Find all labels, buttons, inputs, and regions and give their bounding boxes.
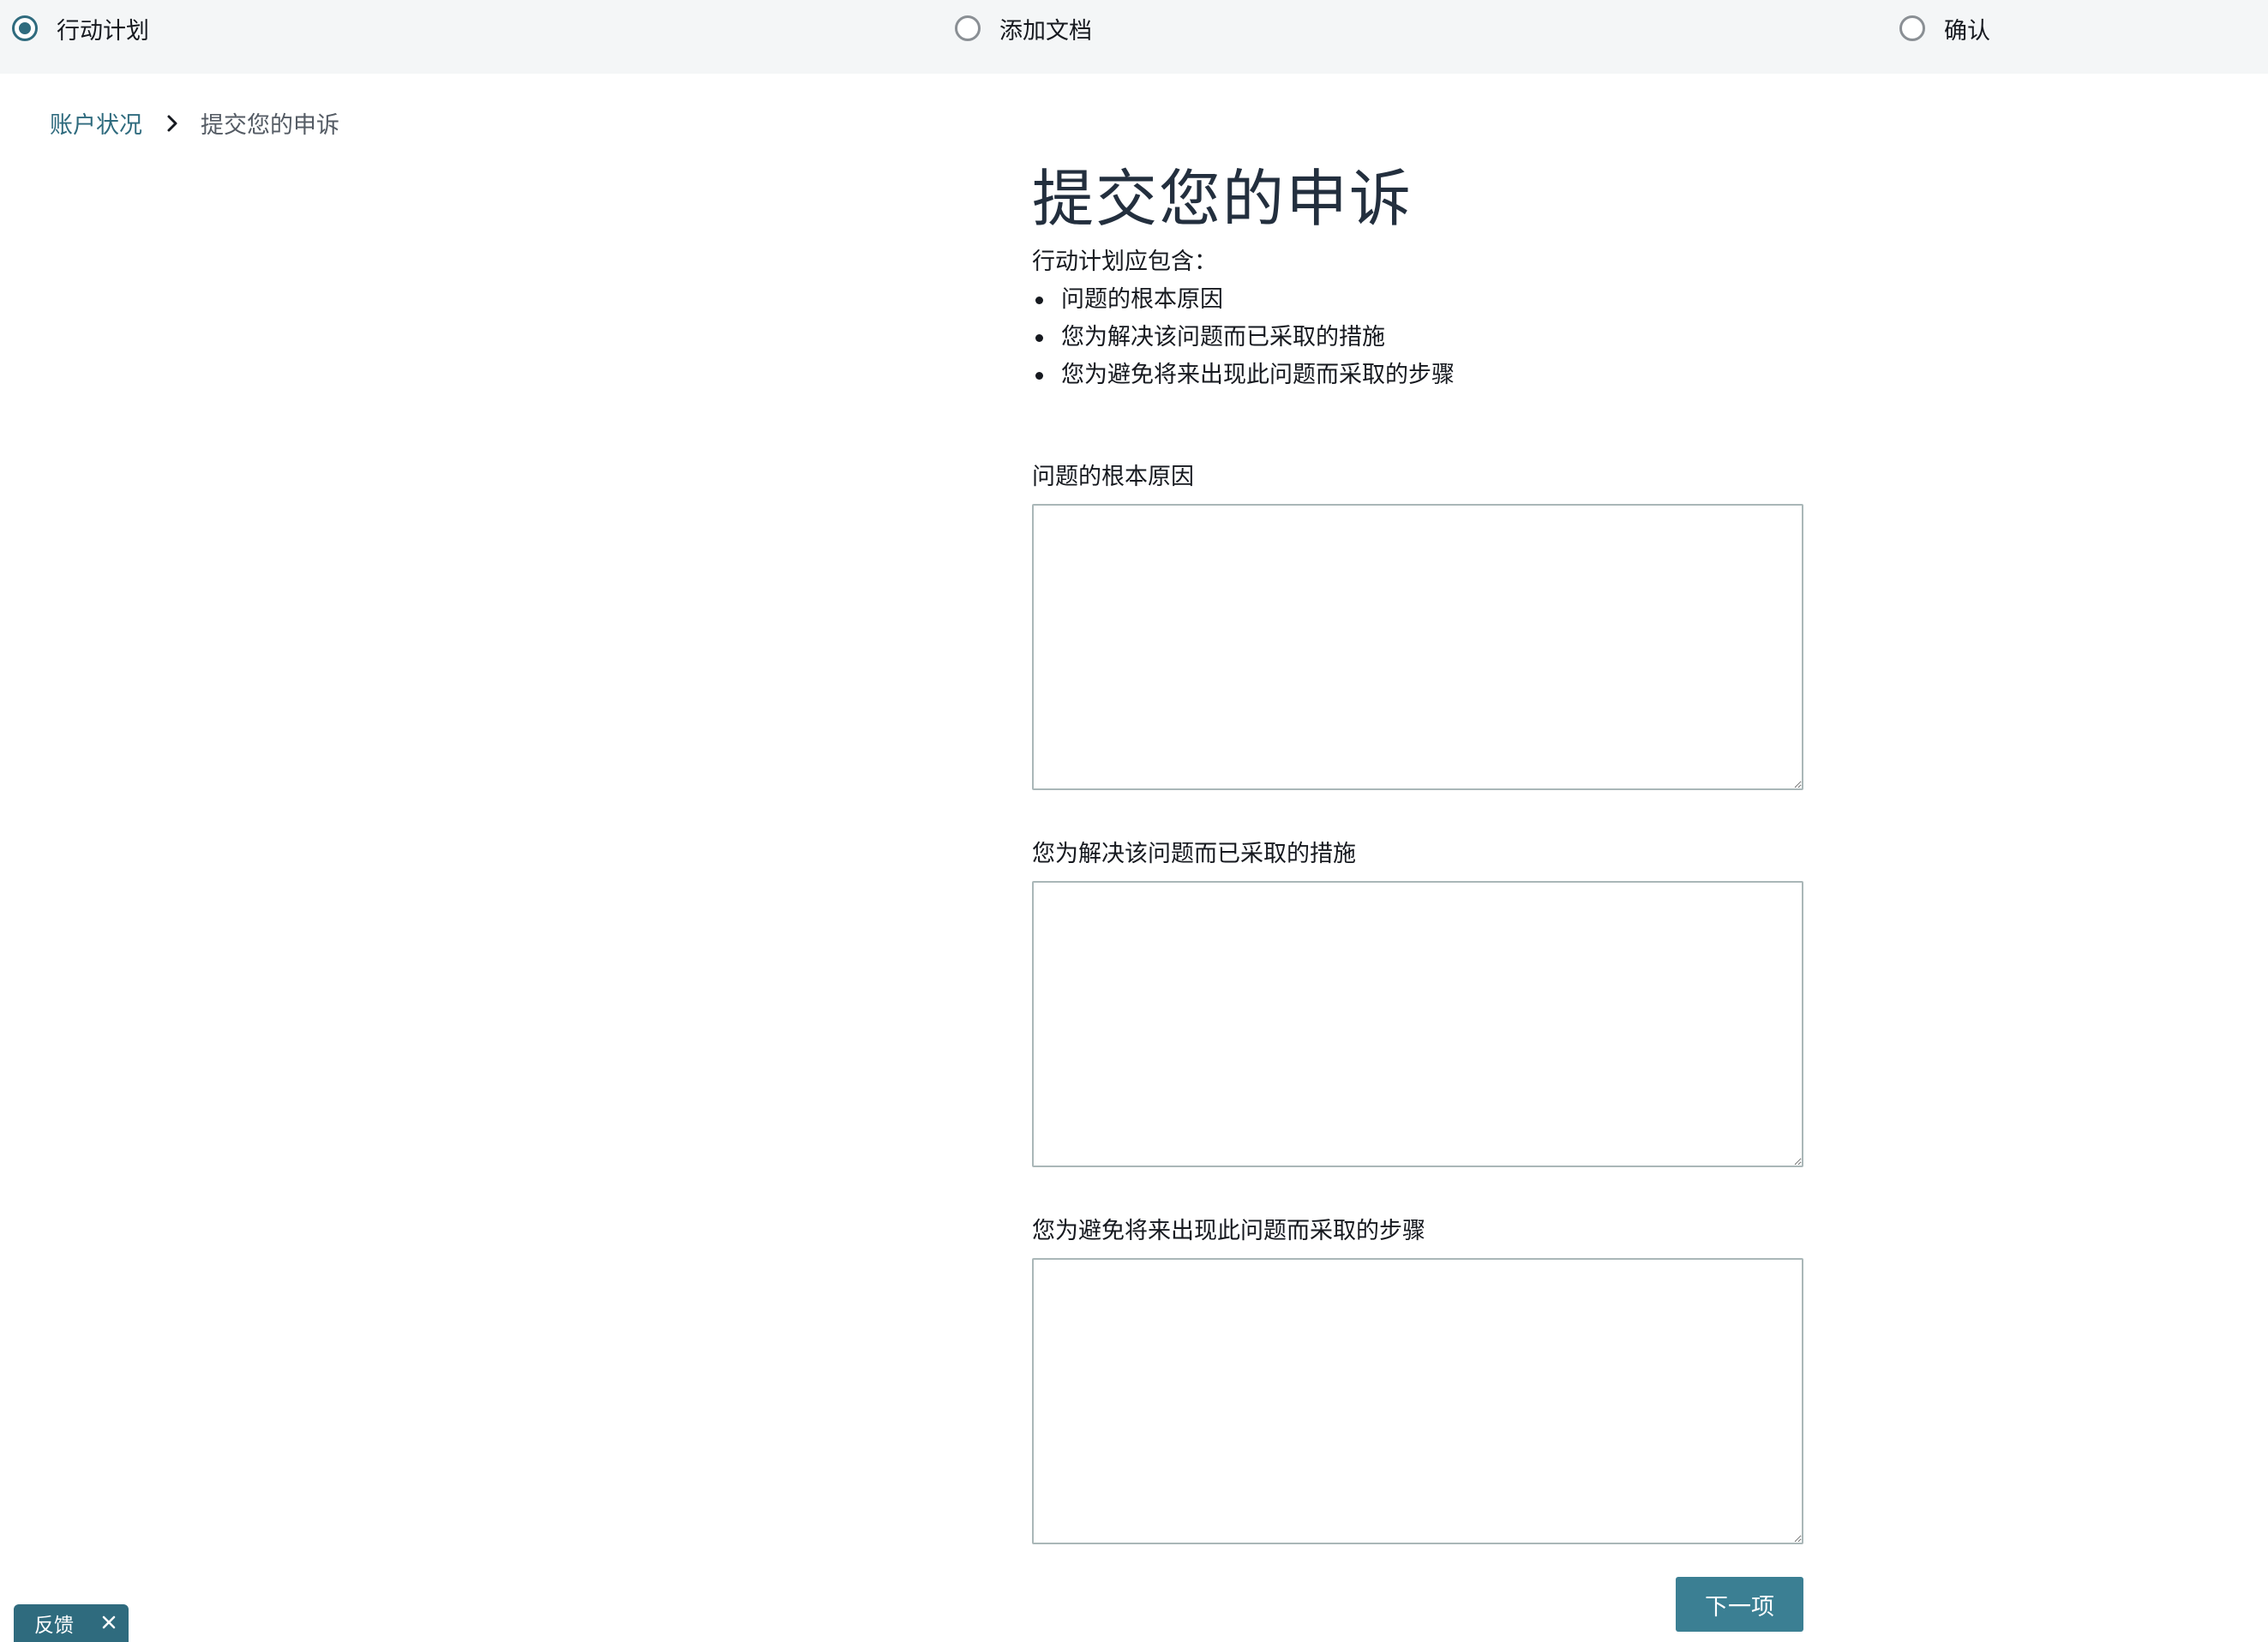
intro-text: 行动计划应包含： — [1032, 249, 1217, 275]
prevention-steps-label: 您为避免将来出现此问题而采取的步骤 — [1032, 1218, 1425, 1244]
prevention-steps-textarea[interactable] — [1032, 1258, 1803, 1544]
list-item: 问题的根本原因 — [1032, 281, 1803, 319]
list-item: 您为避免将来出现此问题而采取的步骤 — [1032, 357, 1803, 394]
requirements-list: 问题的根本原因 您为解决该问题而已采取的措施 您为避免将来出现此问题而采取的步骤 — [1032, 281, 1803, 394]
next-button[interactable]: 下一项 — [1676, 1577, 1803, 1632]
page-title: 提交您的申诉 — [1032, 163, 1413, 235]
step-add-documents[interactable]: 添加文档 — [955, 0, 1092, 57]
root-cause-label: 问题的根本原因 — [1032, 464, 1194, 490]
radio-empty-icon — [955, 15, 981, 41]
close-icon[interactable] — [99, 1613, 118, 1632]
feedback-tab: 反馈 — [14, 1604, 129, 1642]
progress-stepper: 行动计划 添加文档 确认 — [0, 0, 2268, 74]
step-action-plan[interactable]: 行动计划 — [12, 0, 149, 57]
step-label: 添加文档 — [999, 17, 1092, 45]
chevron-right-icon — [163, 114, 182, 133]
breadcrumb-link-account-health[interactable]: 账户状况 — [50, 106, 142, 140]
step-confirm[interactable]: 确认 — [1899, 0, 1990, 57]
breadcrumb-current: 提交您的申诉 — [201, 112, 339, 139]
feedback-button[interactable]: 反馈 — [34, 1609, 74, 1638]
root-cause-textarea[interactable] — [1032, 504, 1803, 790]
radio-selected-icon — [12, 15, 38, 41]
appeal-form-header: 提交您的申诉 行动计划应包含： 问题的根本原因 您为解决该问题而已采取的措施 您… — [1032, 159, 1803, 394]
actions-taken-textarea[interactable] — [1032, 881, 1803, 1167]
actions-taken-label: 您为解决该问题而已采取的措施 — [1032, 841, 1356, 867]
radio-empty-icon — [1899, 15, 1925, 41]
step-label: 确认 — [1944, 17, 1990, 45]
step-label: 行动计划 — [57, 17, 149, 45]
breadcrumb: 账户状况 提交您的申诉 — [50, 106, 339, 140]
list-item: 您为解决该问题而已采取的措施 — [1032, 319, 1803, 357]
